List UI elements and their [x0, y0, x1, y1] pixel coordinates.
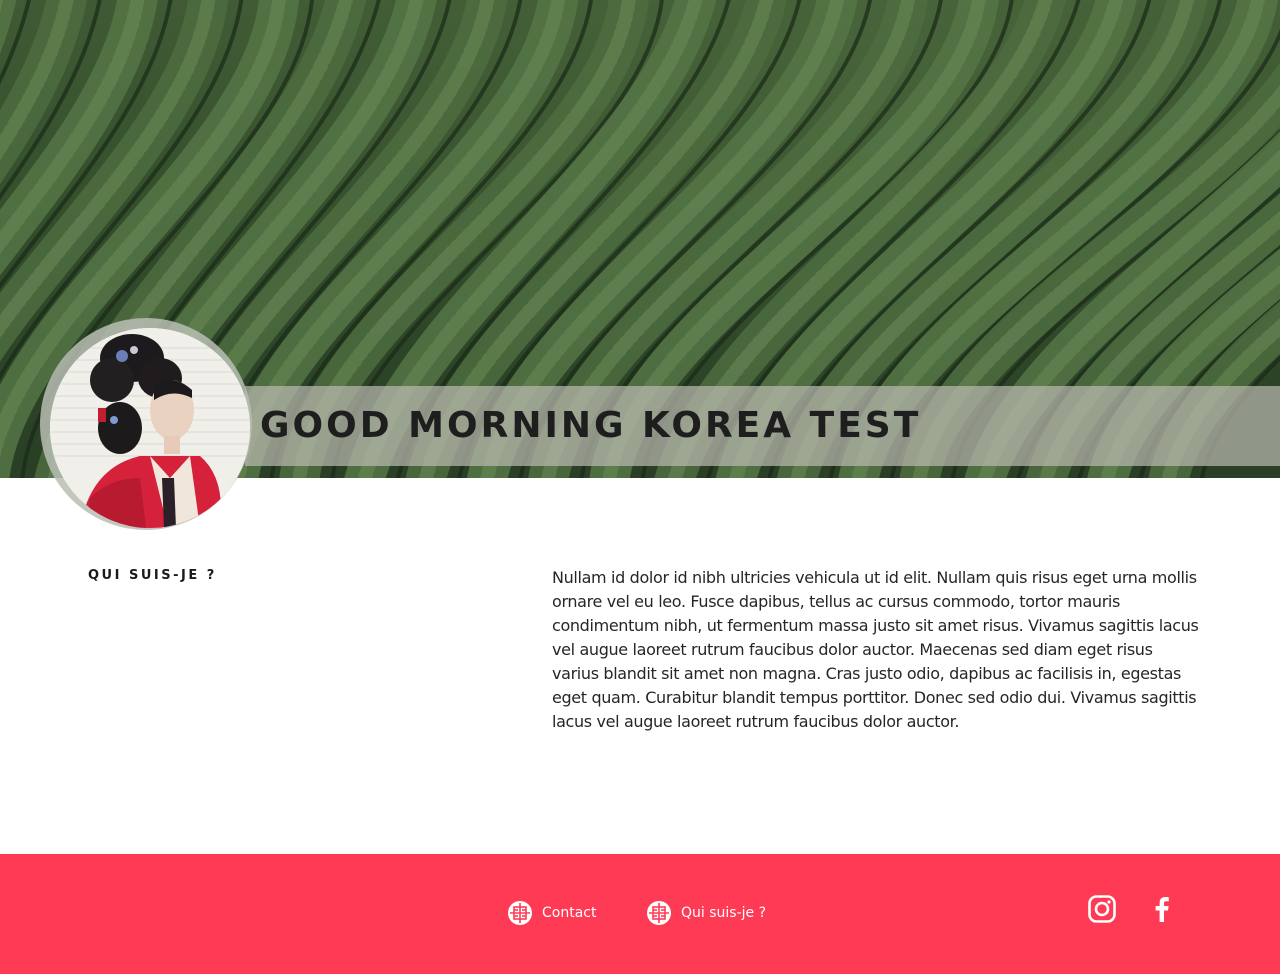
about-paragraph: Nullam id dolor id nibh ultricies vehicu… [552, 568, 1199, 731]
about-heading: QUI SUIS-JE ? [88, 568, 217, 583]
footer-link-label: Contact [542, 905, 597, 921]
page-title: GOOD MORNING KOREA TEST [260, 405, 922, 446]
instagram-icon [1088, 895, 1116, 923]
facebook-link[interactable] [1147, 894, 1177, 924]
instagram-link[interactable] [1087, 894, 1117, 924]
footer-link-about[interactable]: Qui suis-je ? [646, 900, 766, 926]
avatar [50, 328, 250, 528]
korean-emblem-icon [647, 901, 671, 925]
footer: Contact Qui suis-je ? [0, 854, 1280, 974]
avatar-portrait-image [50, 328, 250, 528]
footer-link-label: Qui suis-je ? [681, 905, 767, 921]
korean-emblem-icon [508, 901, 532, 925]
facebook-icon [1155, 897, 1169, 922]
footer-link-contact[interactable]: Contact [507, 900, 596, 926]
